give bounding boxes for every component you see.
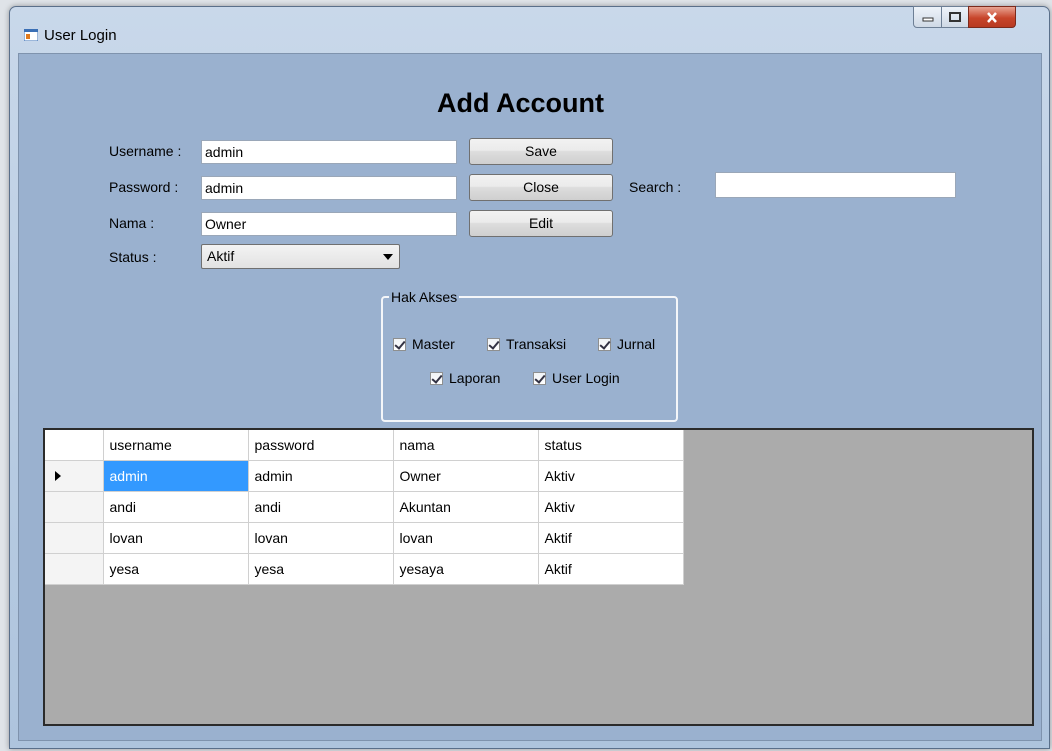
checkbox-laporan[interactable]: Laporan [430, 370, 500, 386]
checkbox-checked-icon [393, 337, 406, 351]
password-label: Password : [109, 179, 179, 195]
form-client-area: Add Account Username : admin Password : … [18, 53, 1042, 741]
username-label: Username : [109, 143, 182, 159]
checkbox-jurnal[interactable]: Jurnal [598, 336, 655, 352]
checkbox-master-label: Master [412, 336, 455, 352]
row-header[interactable] [45, 491, 104, 523]
column-header-status[interactable]: status [538, 430, 684, 461]
checkbox-master[interactable]: Master [393, 336, 455, 352]
username-field[interactable]: admin [201, 140, 457, 164]
maximize-button[interactable] [941, 6, 969, 28]
app-icon [24, 29, 38, 41]
table-cell[interactable]: Akuntan [393, 491, 539, 523]
column-header-username[interactable]: username [103, 430, 249, 461]
table-cell[interactable]: lovan [393, 522, 539, 554]
checkbox-checked-icon [533, 371, 546, 385]
status-select[interactable]: Aktif [201, 244, 400, 269]
row-header[interactable] [45, 553, 104, 585]
table-cell[interactable]: lovan [103, 522, 249, 554]
user-login-window: User Login Add Account Username : admin … [9, 6, 1050, 749]
nama-field[interactable]: Owner [201, 212, 457, 236]
hak-akses-group: Hak Akses Master Transaksi Jurnal Lapora… [381, 289, 678, 422]
minimize-icon [922, 17, 933, 22]
checkbox-transaksi-label: Transaksi [506, 336, 567, 352]
status-label: Status : [109, 249, 157, 265]
table-cell[interactable]: yesaya [393, 553, 539, 585]
password-field[interactable]: admin [201, 176, 457, 200]
checkbox-laporan-label: Laporan [449, 370, 501, 386]
table-header-row: username password nama status [45, 430, 684, 461]
nama-label: Nama : [109, 215, 155, 231]
table-cell[interactable]: Aktiv [538, 460, 684, 492]
checkbox-checked-icon [430, 371, 443, 385]
table-cell[interactable]: admin [103, 460, 249, 492]
hak-akses-title: Hak Akses [389, 289, 460, 305]
column-header-nama[interactable]: nama [393, 430, 539, 461]
checkbox-checked-icon [598, 337, 611, 351]
search-label: Search : [629, 179, 682, 195]
table-cell[interactable]: Aktif [538, 522, 684, 554]
checkbox-user-login[interactable]: User Login [533, 370, 620, 386]
table-cell[interactable]: yesa [248, 553, 394, 585]
maximize-icon [949, 12, 961, 22]
status-selected-value: Aktif [207, 248, 235, 264]
row-header-corner [45, 430, 104, 461]
close-button[interactable]: Close [469, 174, 613, 201]
checkbox-jurnal-label: Jurnal [617, 336, 656, 352]
row-pointer-icon [55, 470, 61, 481]
table-cell[interactable]: lovan [248, 522, 394, 554]
window-title: User Login [44, 27, 117, 44]
close-window-button[interactable] [968, 6, 1016, 28]
checkbox-transaksi[interactable]: Transaksi [487, 336, 566, 352]
column-header-password[interactable]: password [248, 430, 394, 461]
table-cell[interactable]: andi [248, 491, 394, 523]
table-row[interactable]: admin admin Owner Aktiv [45, 460, 684, 492]
title-bar[interactable]: User Login [10, 6, 1049, 53]
search-input[interactable] [715, 172, 956, 198]
checkbox-user-login-label: User Login [552, 370, 620, 386]
table-cell[interactable]: Aktif [538, 553, 684, 585]
table-cell[interactable]: admin [248, 460, 394, 492]
table-row[interactable]: andi andi Akuntan Aktiv [45, 491, 684, 523]
page-title: Add Account [437, 88, 604, 118]
chevron-down-icon [383, 254, 393, 260]
accounts-data-grid[interactable]: username password nama status admin admi… [43, 428, 1034, 726]
table-cell[interactable]: Owner [393, 460, 539, 492]
table-cell[interactable]: Aktiv [538, 491, 684, 523]
edit-button[interactable]: Edit [469, 210, 613, 237]
row-header[interactable] [45, 522, 104, 554]
close-icon [987, 11, 997, 23]
save-button[interactable]: Save [469, 138, 613, 165]
row-header[interactable] [45, 460, 104, 492]
minimize-button[interactable] [913, 6, 942, 28]
checkbox-checked-icon [487, 337, 500, 351]
table-cell[interactable]: yesa [103, 553, 249, 585]
table-row[interactable]: lovan lovan lovan Aktif [45, 522, 684, 554]
table-row[interactable]: yesa yesa yesaya Aktif [45, 553, 684, 585]
table-cell[interactable]: andi [103, 491, 249, 523]
